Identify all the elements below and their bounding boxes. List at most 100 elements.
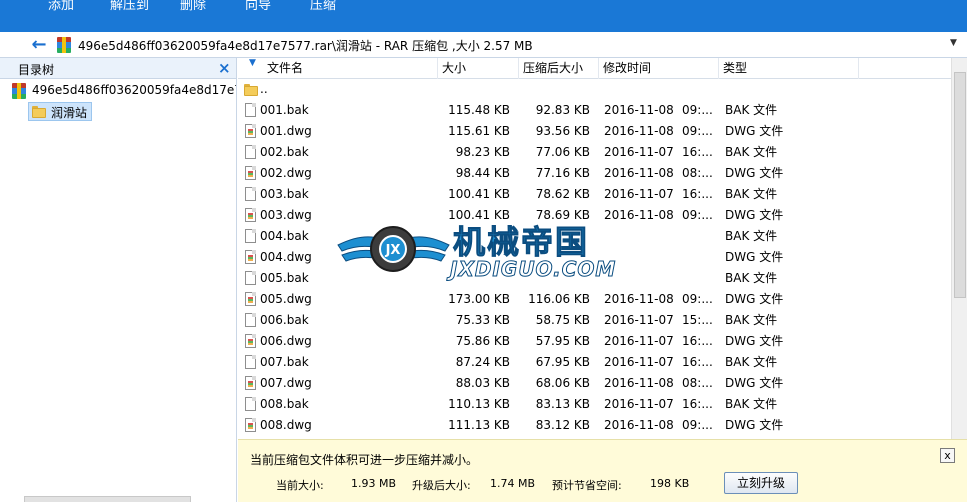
file-size: 98.23 KB bbox=[455, 145, 510, 159]
saving-value: 198 KB bbox=[650, 477, 690, 490]
main-toolbar: 添加 解压到 删除 向导 压缩 bbox=[0, 0, 967, 32]
file-name: 008.dwg bbox=[260, 418, 312, 432]
back-arrow-icon[interactable]: ← bbox=[28, 35, 50, 55]
file-row[interactable]: 008.bak 110.13 KB 83.13 KB 2016-11-07 16:...… bbox=[238, 394, 951, 415]
file-type: DWG 文件 bbox=[725, 250, 784, 264]
file-type: DWG 文件 bbox=[725, 376, 784, 390]
file-row[interactable]: 001.bak 115.48 KB 92.83 KB 2016-11-08 09:...… bbox=[238, 100, 951, 121]
file-row[interactable]: 001.dwg 115.61 KB 93.56 KB 2016-11-08 09:...… bbox=[238, 121, 951, 142]
dwg-file-icon bbox=[245, 124, 256, 138]
file-modified-date: 2016-11-07 bbox=[604, 355, 674, 369]
file-modified-time: 09:... bbox=[682, 103, 713, 117]
bak-file-icon bbox=[245, 397, 256, 411]
file-modified-date: 2016-11-07 bbox=[604, 145, 674, 159]
tree-header: 目录树 × bbox=[0, 58, 236, 79]
directory-tree-panel: 目录树 × 496e5d486ff03620059fa4e8d17e7577.r… bbox=[0, 58, 237, 502]
file-type: DWG 文件 bbox=[725, 124, 784, 138]
file-type: DWG 文件 bbox=[725, 418, 784, 432]
after-size-value: 1.74 MB bbox=[490, 477, 536, 490]
gear-wings-icon: JX bbox=[337, 226, 450, 272]
folder-icon bbox=[32, 106, 46, 118]
bak-file-icon bbox=[245, 229, 256, 243]
file-modified-time: 09:... bbox=[682, 208, 713, 222]
file-row[interactable]: 007.bak 87.24 KB 67.95 KB 2016-11-07 16:... B… bbox=[238, 352, 951, 373]
file-size: 115.61 KB bbox=[448, 124, 510, 138]
file-row[interactable]: 003.bak 100.41 KB 78.62 KB 2016-11-07 16:...… bbox=[238, 184, 951, 205]
file-row[interactable]: 007.dwg 88.03 KB 68.06 KB 2016-11-08 08:... D… bbox=[238, 373, 951, 394]
file-compressed-size: 78.62 KB bbox=[535, 187, 590, 201]
file-name: 003.bak bbox=[260, 187, 309, 201]
rar-archive-icon bbox=[12, 83, 26, 99]
address-path[interactable]: 496e5d486ff03620059fa4e8d17e7577.rar\润滑站… bbox=[78, 37, 533, 54]
file-row[interactable]: 002.dwg 98.44 KB 77.16 KB 2016-11-08 08:... D… bbox=[238, 163, 951, 184]
upgrade-button[interactable]: 立刻升级 bbox=[724, 472, 798, 494]
file-type: BAK 文件 bbox=[725, 397, 778, 411]
toolbar-wizard-button[interactable]: 向导 bbox=[245, 0, 271, 13]
close-icon[interactable]: × bbox=[218, 59, 231, 77]
file-type: BAK 文件 bbox=[725, 103, 778, 117]
toolbar-delete-button[interactable]: 删除 bbox=[180, 0, 206, 13]
notice-close-button[interactable]: x bbox=[940, 448, 955, 463]
toolbar-add-button[interactable]: 添加 bbox=[48, 0, 74, 13]
file-name: 001.bak bbox=[260, 103, 309, 117]
parent-directory-row[interactable]: .. bbox=[238, 79, 951, 100]
file-row[interactable]: 006.bak 75.33 KB 58.75 KB 2016-11-07 15:... B… bbox=[238, 310, 951, 331]
file-modified-time: 16:... bbox=[682, 145, 713, 159]
dwg-file-icon bbox=[245, 334, 256, 348]
file-row[interactable]: 005.dwg 173.00 KB 116.06 KB 2016-11-08 09:..… bbox=[238, 289, 951, 310]
file-row[interactable]: 006.dwg 75.86 KB 57.95 KB 2016-11-07 16:... D… bbox=[238, 331, 951, 352]
dwg-file-icon bbox=[245, 376, 256, 390]
scrollbar-thumb[interactable] bbox=[954, 72, 966, 298]
bak-file-icon bbox=[245, 355, 256, 369]
file-size: 87.24 KB bbox=[455, 355, 510, 369]
bak-file-icon bbox=[245, 187, 256, 201]
folder-icon bbox=[244, 84, 258, 96]
dwg-file-icon bbox=[245, 292, 256, 306]
toolbar-compress-button[interactable]: 压缩 bbox=[310, 0, 336, 13]
rar-archive-icon bbox=[57, 37, 71, 53]
file-name: 004.dwg bbox=[260, 250, 312, 264]
tree-item-label: 496e5d486ff03620059fa4e8d17e7577.rar bbox=[32, 83, 236, 97]
toolbar-extract-button[interactable]: 解压到 bbox=[110, 0, 149, 13]
file-type: BAK 文件 bbox=[725, 229, 778, 243]
current-size-label: 当前大小: bbox=[276, 479, 324, 492]
file-modified-time: 09:... bbox=[682, 292, 713, 306]
column-header-compressed[interactable]: 压缩后大小 bbox=[519, 58, 599, 79]
chevron-down-icon[interactable]: ▼ bbox=[950, 38, 957, 48]
file-name: 001.dwg bbox=[260, 124, 312, 138]
watermark-logo: JX 机械帝国 JXDIGUO.COM bbox=[336, 217, 636, 287]
file-row[interactable]: 008.dwg 111.13 KB 83.12 KB 2016-11-08 09:...… bbox=[238, 415, 951, 436]
file-modified-date: 2016-11-07 bbox=[604, 334, 674, 348]
bak-file-icon bbox=[245, 145, 256, 159]
vertical-scrollbar[interactable] bbox=[951, 58, 967, 439]
file-size: 75.33 KB bbox=[455, 313, 510, 327]
file-name: 008.bak bbox=[260, 397, 309, 411]
file-size: 88.03 KB bbox=[455, 376, 510, 390]
column-header-type[interactable]: 类型 bbox=[719, 58, 859, 79]
file-compressed-size: 68.06 KB bbox=[535, 376, 590, 390]
file-modified-date: 2016-11-08 bbox=[604, 103, 674, 117]
file-type: DWG 文件 bbox=[725, 292, 784, 306]
tree-title: 目录树 bbox=[18, 63, 55, 77]
tree-item-archive[interactable]: 496e5d486ff03620059fa4e8d17e7577.rar bbox=[10, 82, 236, 102]
file-name: 005.dwg bbox=[260, 292, 312, 306]
tree-item-folder[interactable]: 润滑站 bbox=[28, 102, 92, 121]
file-size: 115.48 KB bbox=[448, 103, 510, 117]
current-size-value: 1.93 MB bbox=[351, 477, 397, 490]
column-header-size[interactable]: 大小 bbox=[438, 58, 519, 79]
file-type: BAK 文件 bbox=[725, 271, 778, 285]
file-name: 004.bak bbox=[260, 229, 309, 243]
horizontal-scrollbar[interactable] bbox=[24, 496, 191, 502]
file-type: DWG 文件 bbox=[725, 334, 784, 348]
file-row[interactable]: 002.bak 98.23 KB 77.06 KB 2016-11-07 16:... B… bbox=[238, 142, 951, 163]
file-type: DWG 文件 bbox=[725, 208, 784, 222]
file-modified-date: 2016-11-07 bbox=[604, 187, 674, 201]
watermark-site: JXDIGUO.COM bbox=[449, 257, 617, 282]
file-compressed-size: 57.95 KB bbox=[535, 334, 590, 348]
column-header-modified[interactable]: 修改时间 bbox=[599, 58, 719, 79]
file-compressed-size: 67.95 KB bbox=[535, 355, 590, 369]
file-compressed-size: 93.56 KB bbox=[535, 124, 590, 138]
file-size: 110.13 KB bbox=[448, 397, 510, 411]
column-header-name[interactable]: 文件名 bbox=[238, 58, 438, 79]
compression-notice: 当前压缩包文件体积可进一步压缩并减小。 x 当前大小: 1.93 MB 升级后大… bbox=[238, 439, 967, 502]
